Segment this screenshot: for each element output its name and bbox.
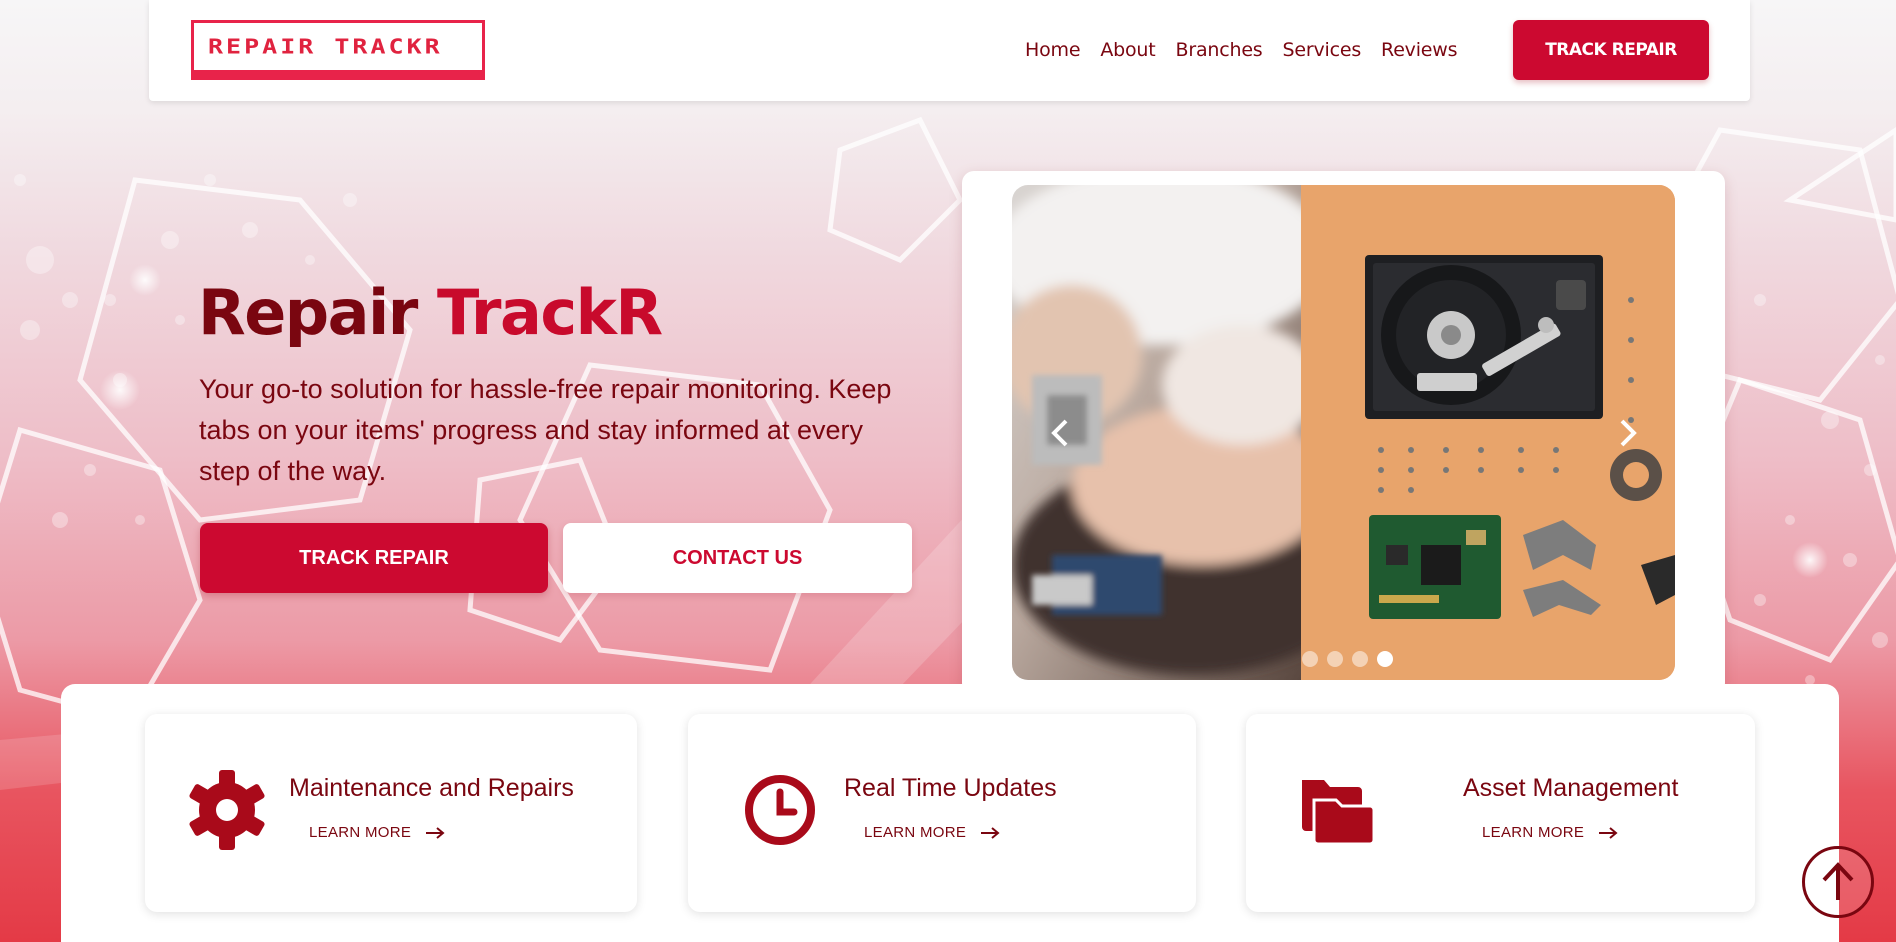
logo-text: REPAIR TRACKR bbox=[208, 35, 443, 59]
carousel-viewport bbox=[1012, 185, 1675, 680]
learn-more-label: LEARN MORE bbox=[309, 824, 412, 841]
carousel-next-button[interactable] bbox=[1612, 415, 1642, 451]
logo-underline bbox=[191, 70, 485, 80]
learn-more-link-updates[interactable]: LEARN MORE bbox=[864, 824, 1000, 841]
brand-logo[interactable]: REPAIR TRACKR bbox=[191, 20, 485, 80]
chevron-left-icon bbox=[1051, 419, 1068, 447]
features-section: Maintenance and Repairs LEARN MORE Real … bbox=[61, 684, 1839, 942]
scroll-to-top-button[interactable] bbox=[1802, 846, 1874, 918]
carousel-indicators bbox=[1302, 651, 1393, 667]
image-carousel bbox=[962, 171, 1725, 695]
carousel-prev-button[interactable] bbox=[1046, 415, 1076, 451]
carousel-dot-1[interactable] bbox=[1302, 651, 1318, 667]
carousel-dot-2[interactable] bbox=[1327, 651, 1343, 667]
feature-title-updates: Real Time Updates bbox=[844, 774, 1057, 802]
nav-link-home[interactable]: Home bbox=[1025, 39, 1081, 61]
feature-card-assets: Asset Management LEARN MORE bbox=[1246, 714, 1755, 912]
nav-link-services[interactable]: Services bbox=[1283, 39, 1362, 61]
arrow-up-circle-icon bbox=[1822, 862, 1854, 900]
gear-icon bbox=[189, 770, 265, 850]
nav-link-reviews[interactable]: Reviews bbox=[1381, 39, 1457, 61]
arrow-right-icon bbox=[426, 826, 445, 839]
feature-title-assets: Asset Management bbox=[1463, 774, 1679, 802]
nav-track-repair-button[interactable]: TRACK REPAIR bbox=[1513, 20, 1709, 80]
nav-link-about[interactable]: About bbox=[1100, 39, 1155, 61]
hero-title-accent: TrackR bbox=[436, 276, 663, 349]
hero-title: Repair TrackR bbox=[198, 276, 663, 350]
learn-more-label: LEARN MORE bbox=[1482, 824, 1585, 841]
feature-card-maintenance: Maintenance and Repairs LEARN MORE bbox=[145, 714, 637, 912]
carousel-dot-4[interactable] bbox=[1377, 651, 1393, 667]
contact-us-button[interactable]: CONTACT US bbox=[563, 523, 912, 593]
learn-more-link-assets[interactable]: LEARN MORE bbox=[1482, 824, 1618, 841]
hero-description: Your go-to solution for hassle-free repa… bbox=[199, 374, 892, 486]
feature-title-maintenance: Maintenance and Repairs bbox=[289, 774, 574, 802]
navbar: REPAIR TRACKR Home About Branches Servic… bbox=[149, 0, 1750, 101]
arrow-right-icon bbox=[981, 826, 1000, 839]
learn-more-link-maintenance[interactable]: LEARN MORE bbox=[309, 824, 445, 841]
chevron-right-icon bbox=[1620, 419, 1637, 447]
carousel-dot-3[interactable] bbox=[1352, 651, 1368, 667]
arrow-right-icon bbox=[1599, 826, 1618, 839]
folders-icon bbox=[1302, 780, 1376, 846]
nav-links: Home About Branches Services Reviews bbox=[1025, 36, 1458, 64]
clock-icon bbox=[745, 775, 815, 845]
feature-card-updates: Real Time Updates LEARN MORE bbox=[688, 714, 1196, 912]
hero-title-main: Repair bbox=[198, 276, 418, 349]
nav-link-branches[interactable]: Branches bbox=[1176, 39, 1263, 61]
track-repair-button[interactable]: TRACK REPAIR bbox=[200, 523, 548, 593]
learn-more-label: LEARN MORE bbox=[864, 824, 967, 841]
